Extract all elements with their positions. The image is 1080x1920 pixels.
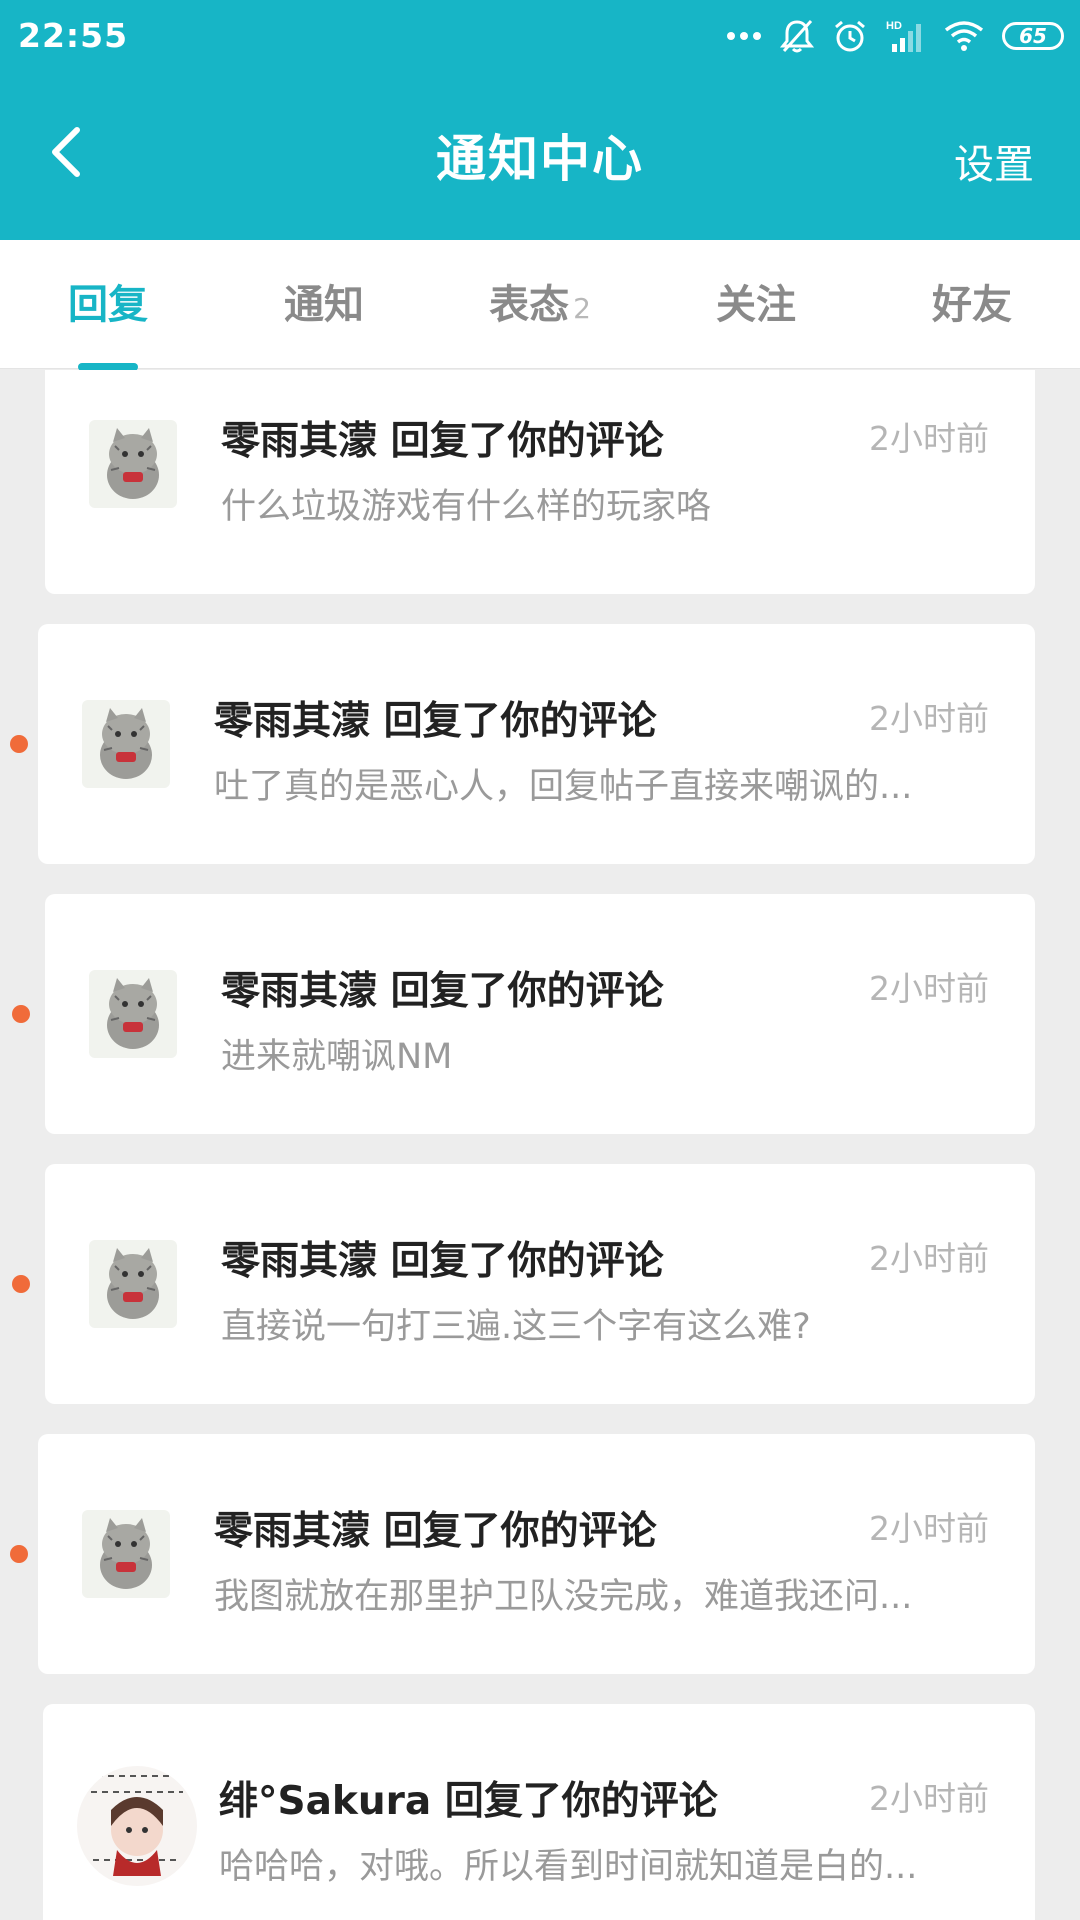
notification-preview: 什么垃圾游戏有什么样的玩家咯 — [221, 487, 712, 527]
unread-dot — [12, 1005, 30, 1023]
avatar — [77, 1766, 197, 1886]
list-item[interactable]: 零雨其濛 回复了你的评论 2小时前 直接说一句打三遍.这三个字有这么难? — [45, 1164, 1035, 1404]
list-item[interactable]: 零雨其濛 回复了你的评论 2小时前 什么垃圾游戏有什么样的玩家咯 — [45, 370, 1035, 594]
tab-friends[interactable]: 好友 — [922, 280, 1022, 340]
notification-time: 2小时前 — [869, 1509, 989, 1548]
notification-title: 零雨其濛 回复了你的评论 — [221, 419, 664, 464]
unread-dot — [12, 1275, 30, 1293]
notification-time: 2小时前 — [869, 699, 989, 738]
notification-title: 绯°Sakura 回复了你的评论 — [219, 1779, 718, 1824]
notification-time: 2小时前 — [869, 419, 989, 458]
notification-title: 零雨其濛 回复了你的评论 — [221, 969, 664, 1014]
avatar — [89, 970, 177, 1058]
notification-preview: 直接说一句打三遍.这三个字有这么难? — [221, 1307, 811, 1347]
tab-reaction[interactable]: 表态 2 — [470, 280, 610, 340]
avatar — [82, 700, 170, 788]
list-item[interactable]: 零雨其濛 回复了你的评论 2小时前 进来就嘲讽NM — [45, 894, 1035, 1134]
tab-bar: 回复 通知 表态 2 关注 好友 — [0, 240, 1080, 369]
notification-title: 零雨其濛 回复了你的评论 — [214, 699, 657, 744]
avatar — [89, 420, 177, 508]
tab-label: 关注 — [716, 282, 796, 328]
wifi-icon — [944, 20, 984, 52]
cat-avatar-icon — [89, 970, 177, 1058]
tab-label: 通知 — [284, 282, 364, 328]
alarm-icon — [832, 18, 868, 54]
girl-avatar-icon — [77, 1766, 197, 1886]
unread-dot — [10, 1545, 28, 1563]
tab-badge: 2 — [573, 292, 591, 325]
list-item[interactable]: 零雨其濛 回复了你的评论 2小时前 吐了真的是恶心人，回复帖子直接来嘲讽的... — [38, 624, 1035, 864]
battery-icon: 65 — [1002, 22, 1064, 50]
dots-icon — [726, 31, 762, 41]
tab-notice[interactable]: 通知 — [274, 280, 374, 340]
notification-preview: 哈哈哈，对哦。所以看到时间就知道是白的... — [219, 1847, 918, 1887]
svg-text:HD: HD — [886, 20, 902, 32]
notification-time: 2小时前 — [869, 969, 989, 1008]
tab-label: 表态 — [489, 282, 570, 328]
cat-avatar-icon — [82, 700, 170, 788]
notification-time: 2小时前 — [869, 1239, 989, 1278]
notification-title: 零雨其濛 回复了你的评论 — [214, 1509, 657, 1554]
status-icons: HD 65 — [726, 14, 1064, 58]
cat-avatar-icon — [82, 1510, 170, 1598]
battery-level: 65 — [1019, 24, 1047, 48]
cat-avatar-icon — [89, 420, 177, 508]
notification-title: 零雨其濛 回复了你的评论 — [221, 1239, 664, 1284]
notification-preview: 我图就放在那里护卫队没完成，难道我还问... — [214, 1577, 913, 1617]
tab-reply[interactable]: 回复 — [58, 280, 158, 340]
tab-label: 好友 — [932, 282, 1012, 328]
status-time: 22:55 — [18, 16, 129, 55]
status-bar: 22:55 HD 65 — [0, 0, 1080, 74]
list-item[interactable]: 零雨其濛 回复了你的评论 2小时前 我图就放在那里护卫队没完成，难道我还问... — [38, 1434, 1035, 1674]
avatar — [89, 1240, 177, 1328]
mute-bell-icon — [780, 18, 814, 54]
page-title: 通知中心 — [436, 130, 644, 188]
avatar — [82, 1510, 170, 1598]
settings-button[interactable]: 设置 — [954, 132, 1034, 190]
cat-avatar-icon — [89, 1240, 177, 1328]
notification-preview: 吐了真的是恶心人，回复帖子直接来嘲讽的... — [214, 767, 913, 807]
tab-label: 回复 — [68, 282, 148, 328]
notification-time: 2小时前 — [869, 1779, 989, 1818]
hd-signal-icon: HD — [886, 18, 926, 54]
tab-follow[interactable]: 关注 — [706, 280, 806, 340]
unread-dot — [10, 735, 28, 753]
notification-preview: 进来就嘲讽NM — [221, 1037, 453, 1077]
notification-list[interactable]: 零雨其濛 回复了你的评论 2小时前 什么垃圾游戏有什么样的玩家咯 零雨其濛 回复… — [0, 370, 1080, 1920]
header: 通知中心 设置 — [0, 74, 1080, 240]
list-item[interactable]: 绯°Sakura 回复了你的评论 2小时前 哈哈哈，对哦。所以看到时间就知道是白… — [43, 1704, 1035, 1920]
